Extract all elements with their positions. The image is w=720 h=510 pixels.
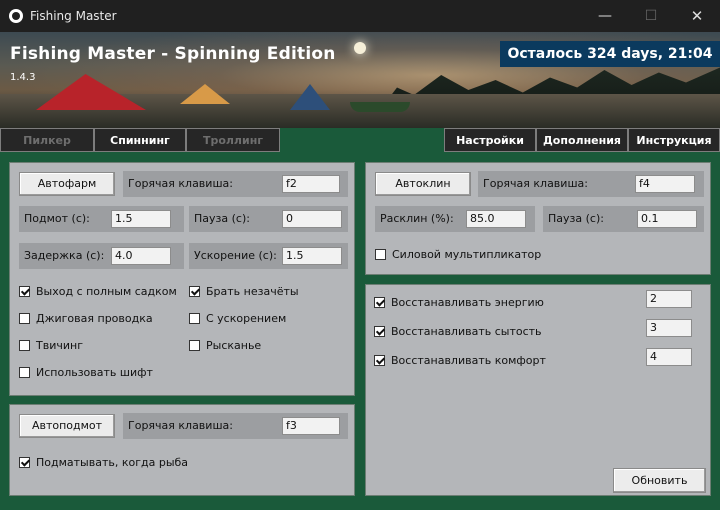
autofarm-panel: Автофарм Горячая клавиша: f2 Подмот (с):… (9, 162, 355, 396)
license-remaining-badge: Осталось 324 days, 21:04 (500, 41, 720, 67)
checkbox-icon[interactable] (19, 313, 30, 324)
autofarm-pause-field: Пауза (с): 0 (189, 206, 348, 232)
checkbox-icon[interactable] (189, 340, 200, 351)
option-yaw[interactable]: Рысканье (189, 339, 261, 352)
maximize-button[interactable]: ☐ (628, 0, 674, 32)
app-logo-icon (9, 9, 23, 23)
accel-input[interactable]: 1.5 (282, 247, 342, 265)
window-titlebar: Fishing Master — ☐ ✕ (0, 0, 720, 32)
autoclean-pause-field: Пауза (с): 0.1 (543, 206, 704, 232)
app-title: Fishing Master - Spinning Edition (10, 44, 336, 64)
checkbox-icon[interactable] (19, 286, 30, 297)
header-banner: Fishing Master - Spinning Edition 1.4.3 … (0, 32, 720, 128)
tab-spinning[interactable]: Спиннинг (94, 128, 186, 152)
autoclean-button[interactable]: Автоклин (375, 172, 471, 196)
checkbox-icon[interactable] (374, 297, 385, 308)
autofarm-hotkey-label: Горячая клавиша: (128, 177, 233, 190)
window-title: Fishing Master (30, 9, 117, 23)
checkbox-icon[interactable] (189, 313, 200, 324)
checkbox-icon[interactable] (189, 286, 200, 297)
checkbox-icon[interactable] (375, 249, 386, 260)
delay-input[interactable]: 4.0 (111, 247, 171, 265)
checkbox-icon[interactable] (374, 326, 385, 337)
autopodmot-panel: Автоподмот Горячая клавиша: f3 Подматыва… (9, 404, 355, 496)
restore-satiety-input[interactable]: 3 (646, 319, 692, 337)
option-power-multiplier[interactable]: Силовой мультипликатор (375, 248, 541, 261)
checkbox-icon[interactable] (19, 367, 30, 378)
option-use-shift[interactable]: Использовать шифт (19, 366, 153, 379)
rasklin-field: Расклин (%): 85.0 (375, 206, 535, 232)
rasklin-label: Расклин (%): (380, 212, 454, 225)
accel-field: Ускорение (с): 1.5 (189, 243, 348, 269)
autoclean-hotkey-input[interactable]: f4 (635, 175, 695, 193)
autofarm-pause-label: Пауза (с): (194, 212, 250, 225)
restore-panel: Восстанавливать энергию 2 Восстанавливат… (365, 284, 711, 496)
checkbox-icon[interactable] (374, 355, 385, 366)
option-jig[interactable]: Джиговая проводка (19, 312, 153, 325)
option-take-missed[interactable]: Брать незачёты (189, 285, 299, 298)
podmot-input[interactable]: 1.5 (111, 210, 171, 228)
option-restore-energy[interactable]: Восстанавливать энергию (374, 296, 544, 309)
autoclean-hotkey-field: Горячая клавиша: f4 (478, 171, 704, 197)
option-with-accel[interactable]: С ускорением (189, 312, 286, 325)
delay-field: Задержка (с): 4.0 (19, 243, 184, 269)
tab-settings[interactable]: Настройки (444, 128, 536, 152)
autofarm-pause-input[interactable]: 0 (282, 210, 342, 228)
update-button[interactable]: Обновить (613, 468, 706, 493)
autopodmot-hotkey-field: Горячая клавиша: f3 (123, 413, 348, 439)
tab-addons[interactable]: Дополнения (536, 128, 628, 152)
minimize-button[interactable]: — (582, 0, 628, 32)
autofarm-hotkey-input[interactable]: f2 (282, 175, 340, 193)
podmot-label: Подмот (с): (24, 212, 90, 225)
delay-label: Задержка (с): (24, 249, 105, 262)
option-reel-when-fish[interactable]: Подматывать, когда рыба (19, 456, 188, 469)
autofarm-hotkey-field: Горячая клавиша: f2 (123, 171, 348, 197)
podmot-field: Подмот (с): 1.5 (19, 206, 184, 232)
autoclean-pause-label: Пауза (с): (548, 212, 604, 225)
close-button[interactable]: ✕ (674, 0, 720, 32)
restore-energy-input[interactable]: 2 (646, 290, 692, 308)
autoclean-hotkey-label: Горячая клавиша: (483, 177, 588, 190)
checkbox-icon[interactable] (19, 340, 30, 351)
autoclean-pause-input[interactable]: 0.1 (637, 210, 697, 228)
boat-graphic (350, 102, 410, 112)
restore-comfort-input[interactable]: 4 (646, 348, 692, 366)
rasklin-input[interactable]: 85.0 (466, 210, 526, 228)
accel-label: Ускорение (с): (194, 249, 277, 262)
autopodmot-hotkey-input[interactable]: f3 (282, 417, 340, 435)
option-restore-satiety[interactable]: Восстанавливать сытость (374, 325, 542, 338)
tab-trolling[interactable]: Троллинг (186, 128, 280, 152)
option-restore-comfort[interactable]: Восстанавливать комфорт (374, 354, 546, 367)
autopodmot-hotkey-label: Горячая клавиша: (128, 419, 233, 432)
checkbox-icon[interactable] (19, 457, 30, 468)
option-full-keepnet[interactable]: Выход с полным садком (19, 285, 177, 298)
tab-instructions[interactable]: Инструкция (628, 128, 720, 152)
autopodmot-button[interactable]: Автоподмот (19, 414, 115, 438)
moon-graphic (354, 42, 366, 54)
autofarm-button[interactable]: Автофарм (19, 172, 115, 196)
autoclean-panel: Автоклин Горячая клавиша: f4 Расклин (%)… (365, 162, 711, 275)
tab-pilker[interactable]: Пилкер (0, 128, 94, 152)
app-version: 1.4.3 (10, 72, 36, 83)
option-twitching[interactable]: Твичинг (19, 339, 83, 352)
